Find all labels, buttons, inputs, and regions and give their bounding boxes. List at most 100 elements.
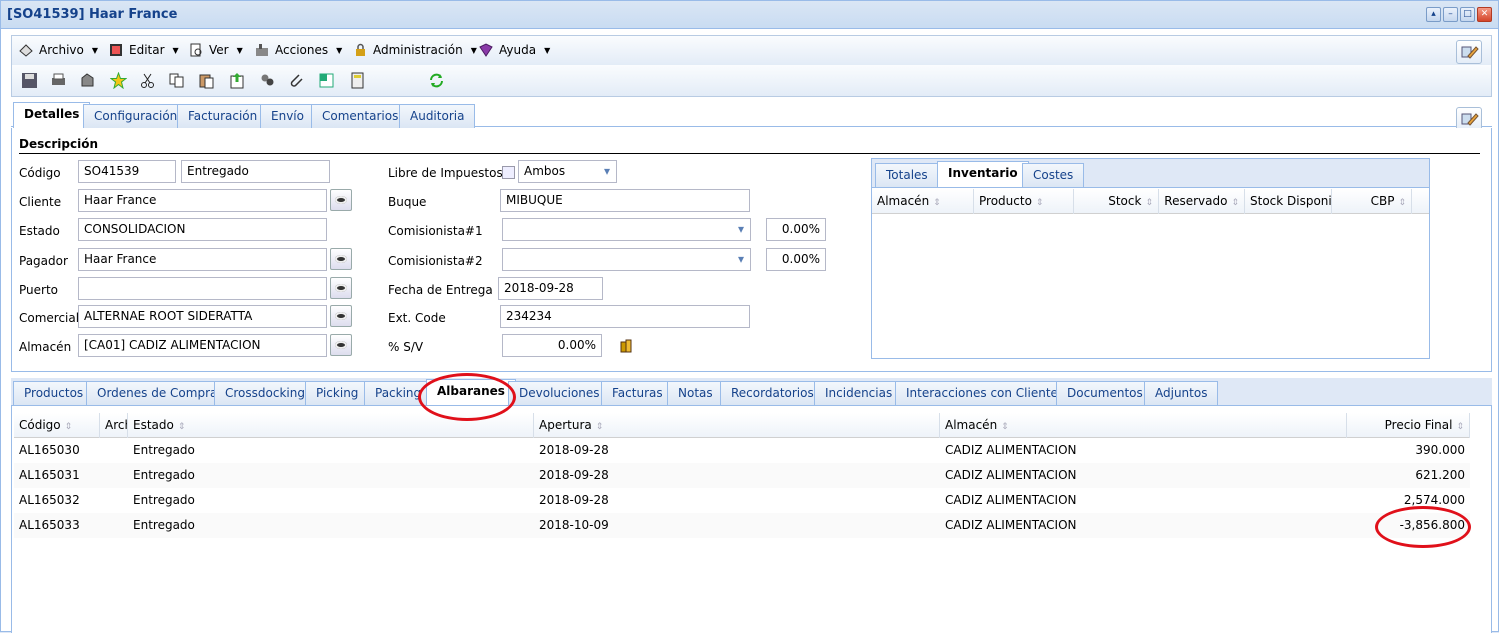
tab-adjuntos[interactable]: Adjuntos [1144, 381, 1219, 405]
almacen-field[interactable]: [CA01] CADIZ ALIMENTACION [78, 334, 327, 357]
calculator-icon[interactable] [349, 72, 366, 89]
cell-precio: 390.000 [1415, 443, 1465, 457]
tab-documentos[interactable]: Documentos [1056, 381, 1154, 405]
comercial-field[interactable]: ALTERNAE ROOT SIDERATTA [78, 305, 327, 328]
menu-ayuda[interactable]: Ayuda ▼ [478, 42, 550, 58]
fecha-entrega-field[interactable]: 2018-09-28 [498, 277, 603, 300]
close-icon[interactable]: ✕ [1477, 7, 1492, 22]
albaranes-grid-header: Código⇕ Arch Estado⇕ Apertura⇕ Almacén⇕ … [14, 413, 1470, 438]
eye-icon[interactable] [330, 248, 352, 270]
tab-totales[interactable]: Totales [875, 163, 939, 187]
table-row[interactable]: AL165031 Entregado 2018-09-28 CADIZ ALIM… [14, 463, 1470, 488]
tab-inventario[interactable]: Inventario [937, 161, 1029, 187]
sv-field[interactable]: 0.00% [502, 334, 602, 357]
comisionista1-select[interactable] [502, 218, 751, 241]
eye-icon[interactable] [330, 305, 352, 327]
tab-crossdocking[interactable]: Crossdocking [214, 381, 316, 405]
table-row[interactable]: AL165030 Entregado 2018-09-28 CADIZ ALIM… [14, 438, 1470, 463]
table-row[interactable]: AL165033 Entregado 2018-10-09 CADIZ ALIM… [14, 513, 1470, 538]
tab-interacciones[interactable]: Interacciones con Clientes [895, 381, 1076, 405]
almacen-label: Almacén [19, 340, 72, 354]
tab-notas[interactable]: Notas [667, 381, 724, 405]
tab-configuracion[interactable]: Configuración [83, 104, 189, 128]
stamp-icon[interactable] [79, 72, 96, 89]
tab-facturacion[interactable]: Facturación [177, 104, 269, 128]
eye-icon[interactable] [330, 189, 352, 211]
col-stock-disponible[interactable]: Stock Disponibl [1245, 189, 1332, 214]
col-reservado[interactable]: Reservado ⇕ [1159, 189, 1245, 214]
copy-icon[interactable] [168, 72, 185, 89]
collapse-icon[interactable]: ▴ [1426, 7, 1441, 22]
menu-editar[interactable]: Editar ▼ [108, 42, 179, 58]
save-icon[interactable] [21, 72, 38, 89]
col-stock[interactable]: Stock ⇕ [1074, 189, 1159, 214]
col-producto[interactable]: Producto ⇕ [974, 189, 1074, 214]
menu-archivo[interactable]: Archivo ▼ [18, 42, 98, 58]
pencil-icon [1461, 46, 1479, 59]
group-icon[interactable] [259, 72, 276, 89]
buque-field[interactable]: MIBUQUE [500, 189, 750, 212]
star-icon[interactable] [110, 72, 127, 89]
col-arch[interactable]: Arch [100, 413, 128, 438]
tab-envio[interactable]: Envío [260, 104, 315, 128]
col-precio-final[interactable]: Precio Final ⇕ [1347, 413, 1470, 438]
col-almacen[interactable]: Almacén ⇕ [872, 189, 974, 214]
comisionista2-select[interactable] [502, 248, 751, 271]
tab-recordatorios[interactable]: Recordatorios [720, 381, 825, 405]
eye-icon[interactable] [330, 334, 352, 356]
cell-estado: Entregado [133, 468, 195, 482]
comisionista2-pct[interactable]: 0.00% [766, 248, 826, 271]
col-cbp[interactable]: CBP ⇕ [1332, 189, 1412, 214]
table-row[interactable]: AL165032 Entregado 2018-09-28 CADIZ ALIM… [14, 488, 1470, 513]
cliente-field[interactable]: Haar France [78, 189, 327, 212]
section-divider [19, 153, 1480, 154]
libre-impuestos-select[interactable]: Ambos [518, 160, 617, 183]
puerto-field[interactable] [78, 277, 327, 300]
print-icon[interactable] [50, 72, 67, 89]
refresh-icon[interactable] [428, 72, 445, 89]
order-window: [SO41539] Haar France ▴ – □ ✕ Archivo ▼ E… [0, 0, 1499, 633]
menu-administracion[interactable]: Administración ▼ [352, 42, 477, 58]
tab-devoluciones[interactable]: Devoluciones [508, 381, 611, 405]
libre-impuestos-checkbox[interactable] [502, 166, 515, 179]
tab-albaranes[interactable]: Albaranes [426, 379, 516, 405]
tab-picking[interactable]: Picking [305, 381, 370, 405]
col-estado[interactable]: Estado ⇕ [128, 413, 534, 438]
codigo-field[interactable]: SO41539 [78, 160, 176, 183]
comisionista1-pct[interactable]: 0.00% [766, 218, 826, 241]
sv-label: % S/V [388, 340, 424, 354]
tab-ordenes-compra[interactable]: Ordenes de Compra [86, 381, 229, 405]
menu-ver[interactable]: Ver ▼ [188, 42, 243, 58]
eye-icon[interactable] [330, 277, 352, 299]
paste-icon[interactable] [198, 72, 215, 89]
help-book-icon [479, 43, 493, 57]
col-codigo[interactable]: Código ⇕ [14, 413, 100, 438]
tab-facturas[interactable]: Facturas [601, 381, 674, 405]
tab-packing[interactable]: Packing [364, 381, 433, 405]
title-bar[interactable]: [SO41539] Haar France ▴ – □ ✕ [1, 1, 1498, 29]
tab-auditoria[interactable]: Auditoria [399, 104, 476, 128]
attach-icon[interactable] [288, 72, 305, 89]
export-icon[interactable] [229, 72, 246, 89]
ext-code-field[interactable]: 234234 [500, 305, 750, 328]
estado-doc-field[interactable]: Entregado [181, 160, 330, 183]
tab-detalles[interactable]: Detalles [13, 102, 91, 128]
col-almacen[interactable]: Almacén ⇕ [940, 413, 1347, 438]
pagador-field[interactable]: Haar France [78, 248, 327, 271]
minimize-icon[interactable]: – [1443, 7, 1458, 22]
cell-apertura: 2018-09-28 [539, 493, 609, 507]
estado-field[interactable]: CONSOLIDACION [78, 218, 327, 241]
col-apertura[interactable]: Apertura ⇕ [534, 413, 940, 438]
tab-incidencias[interactable]: Incidencias [814, 381, 904, 405]
tab-comentarios[interactable]: Comentarios [311, 104, 410, 128]
excel-icon[interactable] [318, 72, 335, 89]
menu-acciones[interactable]: Acciones ▼ [254, 42, 342, 58]
edit-layout-button[interactable] [1456, 40, 1482, 64]
maximize-icon[interactable]: □ [1460, 7, 1475, 22]
fecha-entrega-label: Fecha de Entrega [388, 283, 493, 297]
coins-icon[interactable] [618, 338, 634, 354]
tab-costes[interactable]: Costes [1022, 163, 1085, 187]
tab-productos[interactable]: Productos [13, 381, 95, 405]
inventory-tabstrip: Totales Inventario Costes [872, 159, 1429, 188]
cut-icon[interactable] [139, 72, 156, 89]
